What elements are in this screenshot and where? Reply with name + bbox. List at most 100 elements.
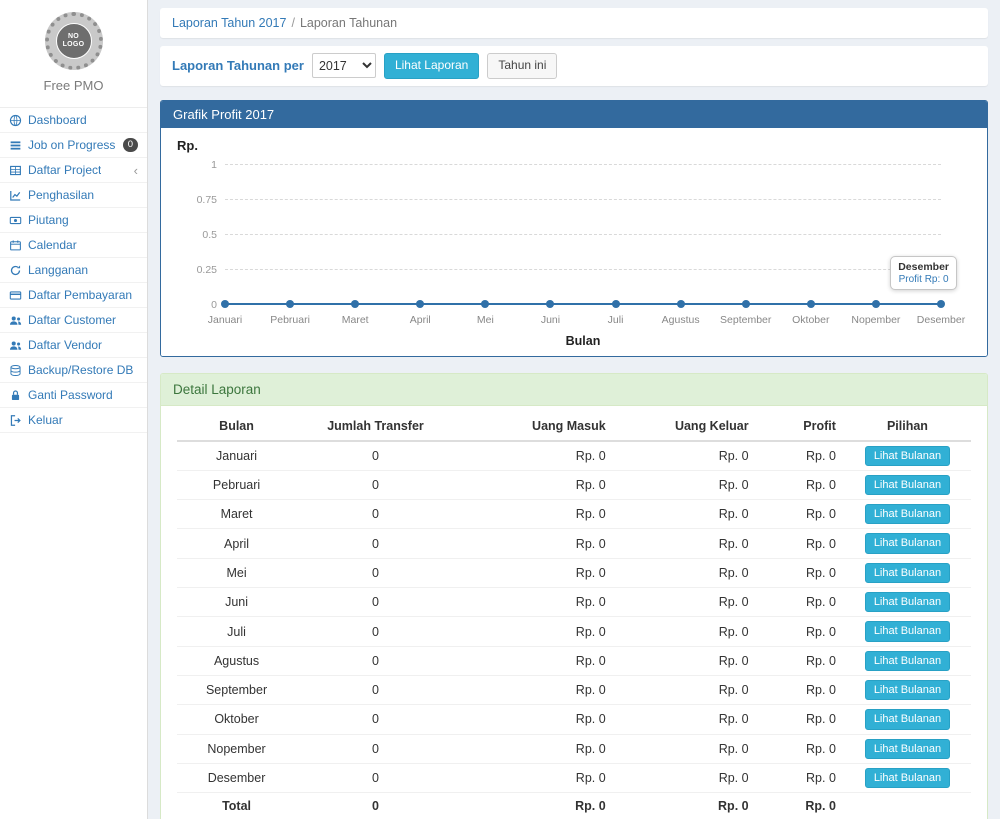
x-tick-label: Juni xyxy=(541,314,560,326)
y-axis-title: Rp. xyxy=(177,138,198,153)
sidebar-item-label: Langganan xyxy=(28,263,88,277)
sidebar-menu: DashboardJob on Progress0 Daftar Project ‹… xyxy=(0,107,147,433)
sidebar-item-label: Calendar xyxy=(28,238,77,252)
y-tick-label: 0.5 xyxy=(179,229,217,241)
x-tick-label: Maret xyxy=(342,314,369,326)
sidebar-item-dashboard[interactable]: Dashboard xyxy=(0,108,147,133)
cell-pilihan: Lihat Bulanan xyxy=(844,470,971,499)
lihat-bulanan-button[interactable]: Lihat Bulanan xyxy=(865,709,950,729)
sidebar-item-ganti-password[interactable]: Ganti Password xyxy=(0,383,147,408)
cell-uang-keluar: Rp. 0 xyxy=(614,441,757,471)
cell-profit: Rp. 0 xyxy=(757,500,844,529)
sidebar-item-label: Daftar Project xyxy=(28,163,101,177)
sidebar-item-label: Daftar Customer xyxy=(28,313,116,327)
cell-uang-keluar: Rp. 0 xyxy=(614,763,757,792)
tahun-ini-button[interactable]: Tahun ini xyxy=(487,53,557,79)
money-icon xyxy=(9,214,22,227)
sidebar-item-label: Penghasilan xyxy=(28,188,94,202)
cell-uang-keluar: Rp. 0 xyxy=(614,734,757,763)
cell-pilihan: Lihat Bulanan xyxy=(844,500,971,529)
cell-jumlah-transfer: 0 xyxy=(296,500,455,529)
cell-bulan: Nopember xyxy=(177,734,296,763)
lock-icon xyxy=(9,389,22,402)
lihat-bulanan-button[interactable]: Lihat Bulanan xyxy=(865,504,950,524)
cell-uang-masuk: Rp. 0 xyxy=(455,470,614,499)
cell-bulan: Pebruari xyxy=(177,470,296,499)
brand: NO LOGO Free PMO xyxy=(0,0,147,101)
x-tick-label: September xyxy=(720,314,771,326)
dashboard-icon xyxy=(9,114,22,127)
lihat-bulanan-button[interactable]: Lihat Bulanan xyxy=(865,739,950,759)
tasks-icon xyxy=(9,139,22,152)
cell-bulan: Desember xyxy=(177,763,296,792)
sidebar-item-job-on-progress[interactable]: Job on Progress0 xyxy=(0,133,147,158)
chevron-left-icon: ‹ xyxy=(134,164,138,177)
sidebar-item-langganan[interactable]: Langganan xyxy=(0,258,147,283)
sidebar-item-calendar[interactable]: Calendar xyxy=(0,233,147,258)
lihat-bulanan-button[interactable]: Lihat Bulanan xyxy=(865,533,950,553)
cell-uang-keluar: Rp. 0 xyxy=(614,470,757,499)
detail-laporan-panel: Detail Laporan Bulan Jumlah Transfer Uan… xyxy=(160,373,988,819)
total-profit: Rp. 0 xyxy=(757,793,844,819)
cell-pilihan: Lihat Bulanan xyxy=(844,646,971,675)
total-uang-masuk: Rp. 0 xyxy=(455,793,614,819)
cell-jumlah-transfer: 0 xyxy=(296,588,455,617)
lihat-bulanan-button[interactable]: Lihat Bulanan xyxy=(865,621,950,641)
sidebar-item-backup-restore-db[interactable]: Backup/Restore DB xyxy=(0,358,147,383)
lihat-bulanan-button[interactable]: Lihat Bulanan xyxy=(865,475,950,495)
cell-pilihan: Lihat Bulanan xyxy=(844,529,971,558)
sidebar-item-label: Daftar Vendor xyxy=(28,338,102,352)
sidebar-item-daftar-customer[interactable]: Daftar Customer xyxy=(0,308,147,333)
table-row-nopember: Nopember0Rp. 0Rp. 0Rp. 0Lihat Bulanan xyxy=(177,734,971,763)
cell-uang-keluar: Rp. 0 xyxy=(614,646,757,675)
data-point-desember xyxy=(937,300,945,308)
sidebar-item-label: Piutang xyxy=(28,213,69,227)
report-table: Bulan Jumlah Transfer Uang Masuk Uang Ke… xyxy=(177,412,971,819)
x-tick-label: Oktober xyxy=(792,314,829,326)
lihat-bulanan-button[interactable]: Lihat Bulanan xyxy=(865,563,950,583)
total-bulan: Total xyxy=(177,793,296,819)
cell-uang-masuk: Rp. 0 xyxy=(455,734,614,763)
lihat-bulanan-button[interactable]: Lihat Bulanan xyxy=(865,446,950,466)
lihat-laporan-button[interactable]: Lihat Laporan xyxy=(384,53,479,79)
sidebar-item-piutang[interactable]: Piutang xyxy=(0,208,147,233)
sidebar-item-label: Backup/Restore DB xyxy=(28,363,133,377)
x-axis-title: Bulan xyxy=(225,334,941,348)
lihat-bulanan-button[interactable]: Lihat Bulanan xyxy=(865,768,950,788)
lihat-bulanan-button[interactable]: Lihat Bulanan xyxy=(865,651,950,671)
sidebar-item-daftar-vendor[interactable]: Daftar Vendor xyxy=(0,333,147,358)
cell-bulan: April xyxy=(177,529,296,558)
profit-chart-panel: Grafik Profit 2017 Rp. Desember Profit R… xyxy=(160,100,988,357)
sidebar-item-daftar-pembayaran[interactable]: Daftar Pembayaran xyxy=(0,283,147,308)
cell-uang-masuk: Rp. 0 xyxy=(455,500,614,529)
chart-tooltip: Desember Profit Rp: 0 xyxy=(890,256,957,290)
sidebar-item-keluar[interactable]: Keluar xyxy=(0,408,147,433)
cell-profit: Rp. 0 xyxy=(757,734,844,763)
breadcrumb-link[interactable]: Laporan Tahun 2017 xyxy=(172,16,286,30)
breadcrumb-current: Laporan Tahunan xyxy=(300,16,397,30)
profit-line-chart: Rp. Desember Profit Rp: 0 00.250.50.751 … xyxy=(175,138,973,350)
chart-body: Rp. Desember Profit Rp: 0 00.250.50.751 … xyxy=(161,128,987,356)
x-tick-label: Juli xyxy=(608,314,624,326)
cell-pilihan: Lihat Bulanan xyxy=(844,441,971,471)
lihat-bulanan-button[interactable]: Lihat Bulanan xyxy=(865,592,950,612)
cell-jumlah-transfer: 0 xyxy=(296,529,455,558)
cell-bulan: Maret xyxy=(177,500,296,529)
cell-profit: Rp. 0 xyxy=(757,588,844,617)
tooltip-title: Desember xyxy=(898,261,949,273)
cell-uang-keluar: Rp. 0 xyxy=(614,558,757,587)
sidebar-item-penghasilan[interactable]: Penghasilan xyxy=(0,183,147,208)
cell-profit: Rp. 0 xyxy=(757,529,844,558)
x-tick-label: Agustus xyxy=(662,314,700,326)
col-header-jumlah-transfer: Jumlah Transfer xyxy=(296,412,455,441)
year-select[interactable]: 2017 xyxy=(312,53,376,78)
report-table-body: Januari0Rp. 0Rp. 0Rp. 0Lihat BulananPebr… xyxy=(177,441,971,793)
lihat-bulanan-button[interactable]: Lihat Bulanan xyxy=(865,680,950,700)
table-row-pebruari: Pebruari0Rp. 0Rp. 0Rp. 0Lihat Bulanan xyxy=(177,470,971,499)
tooltip-value: Profit Rp: 0 xyxy=(898,274,949,285)
cell-uang-masuk: Rp. 0 xyxy=(455,441,614,471)
cell-uang-masuk: Rp. 0 xyxy=(455,675,614,704)
table-header-row: Bulan Jumlah Transfer Uang Masuk Uang Ke… xyxy=(177,412,971,441)
cell-jumlah-transfer: 0 xyxy=(296,558,455,587)
sidebar-item-daftar-project[interactable]: Daftar Project ‹ xyxy=(0,158,147,183)
